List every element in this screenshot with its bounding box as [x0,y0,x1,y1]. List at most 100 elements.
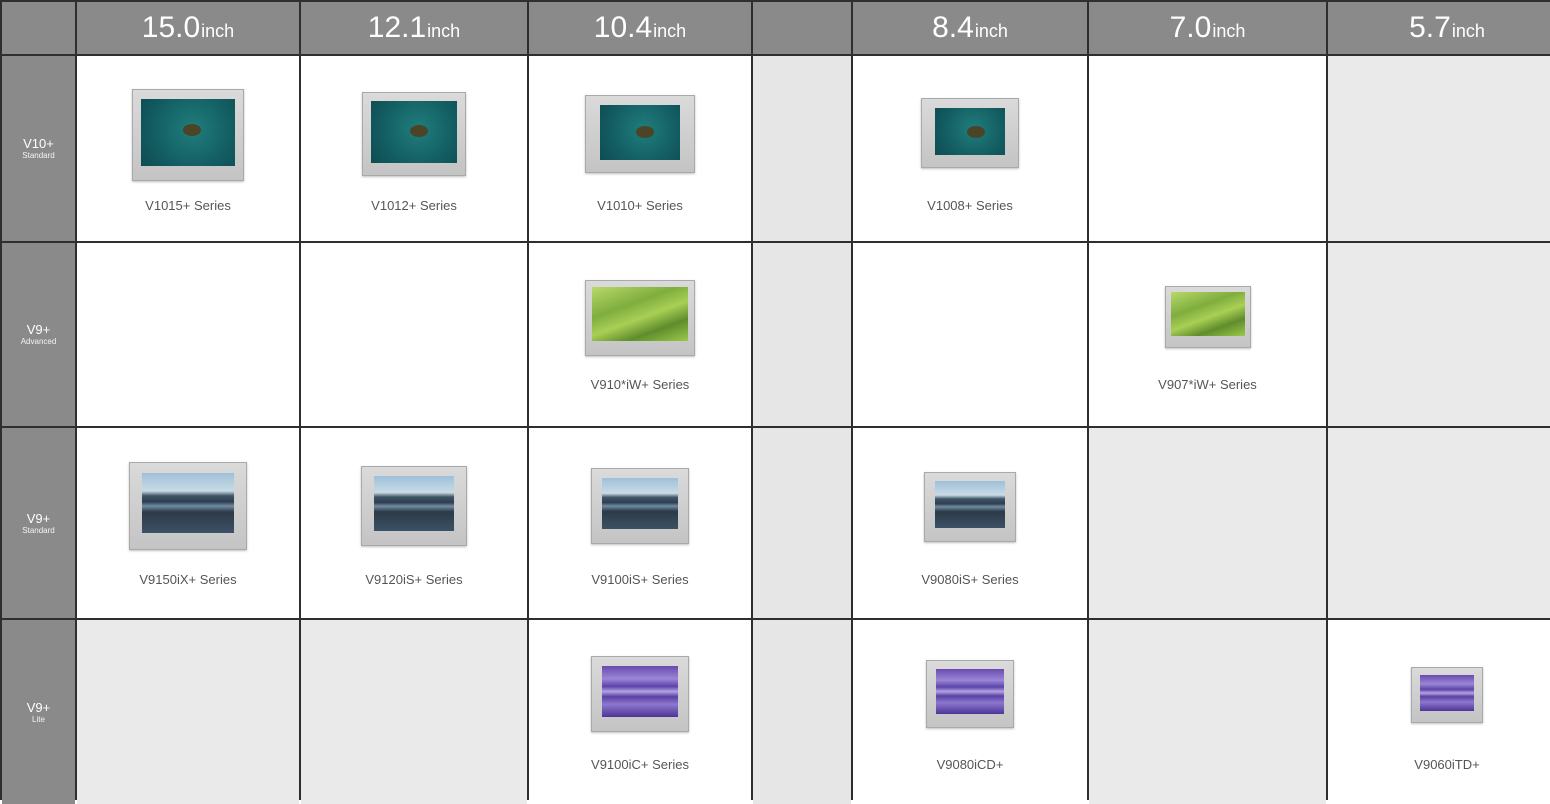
product-cell-v9100ic[interactable]: V9100iC+ Series [529,620,751,804]
col-header-8-4: 8.4 inch [853,2,1087,54]
product-label: V9080iS+ Series [921,572,1019,587]
col-header-15-0: 15.0 inch [77,2,299,54]
hmi-device-image [921,98,1019,168]
product-label: V907*iW+ Series [1158,377,1257,392]
teal-lake-screen [600,105,680,160]
product-label: V1008+ Series [927,198,1013,213]
corner-cell [2,2,75,54]
teal-lake-screen [141,99,235,166]
row-label-v9-advanced: V9+ Advanced [2,243,75,426]
row-label-v9-standard: V9+ Standard [2,428,75,618]
col-size: 15.0 [141,11,201,44]
col-header-spacer [753,2,851,54]
col-header-7-0: 7.0 inch [1089,2,1326,54]
empty-cell [301,243,527,426]
col-unit: inch [1451,20,1485,41]
spacer-cell [753,243,851,426]
col-unit: inch [427,20,461,41]
product-cell-v907iw[interactable]: V907*iW+ Series [1089,243,1326,426]
mountain-lake-screen [142,473,234,533]
rock-graphic [636,125,654,138]
product-cell-v1012[interactable]: V1012+ Series [301,56,527,241]
row-label-v10-standard: V10+ Standard [2,56,75,241]
row-name: V9+ [26,510,51,526]
col-size: 8.4 [932,11,974,44]
row-name: V9+ [26,322,51,337]
product-label: V1015+ Series [145,198,231,213]
row-tier: Lite [32,714,45,724]
hmi-device-image [926,660,1014,728]
product-cell-v9080is[interactable]: V9080iS+ Series [853,428,1087,618]
empty-cell [1089,428,1326,618]
hmi-device-image [924,472,1016,542]
empty-cell [1089,56,1326,241]
rock-graphic [183,124,202,137]
mountain-lake-screen [374,476,454,531]
col-size: 12.1 [367,11,427,44]
hmi-device-image [132,89,244,181]
product-label: V9100iC+ Series [591,757,689,772]
product-cell-v1008[interactable]: V1008+ Series [853,56,1087,241]
col-unit: inch [974,20,1008,41]
row-name: V10+ [23,136,54,151]
product-cell-v9060itd[interactable]: V9060iTD+ [1328,620,1550,804]
product-cell-v9100is[interactable]: V9100iS+ Series [529,428,751,618]
empty-cell [77,620,299,804]
product-cell-v1015[interactable]: V1015+ Series [77,56,299,241]
product-label: V1012+ Series [371,198,457,213]
hmi-device-image [591,656,689,732]
mountain-lake-screen [935,481,1005,528]
product-cell-v9150ix[interactable]: V9150iX+ Series [77,428,299,618]
col-unit: inch [653,20,687,41]
teal-lake-screen [371,101,457,163]
hmi-device-image [585,280,695,356]
empty-cell [77,243,299,426]
row-tier: Standard [22,151,55,160]
product-label: V9080iCD+ [936,757,1004,772]
product-label: V9100iS+ Series [591,572,689,587]
col-header-5-7: 5.7 inch [1328,2,1550,54]
empty-cell [853,243,1087,426]
hmi-device-image [129,462,247,550]
teal-lake-screen [935,108,1005,155]
product-label: V9150iX+ Series [139,572,237,587]
hmi-device-image [362,92,466,176]
hmi-device-image [1164,286,1251,348]
hmi-device-image [1411,667,1483,723]
empty-cell [1328,428,1550,618]
purple-sky-screen [1420,675,1474,711]
green-leaf-screen [592,287,688,341]
product-label: V1010+ Series [597,198,683,213]
row-tier: Advanced [20,337,57,346]
rock-graphic [966,125,985,138]
empty-cell [1089,620,1326,804]
product-cell-v910iw[interactable]: V910*iW+ Series [529,243,751,426]
col-size: 10.4 [593,11,653,44]
purple-sky-screen [602,666,678,717]
purple-sky-screen [936,669,1004,714]
spacer-cell [753,620,851,804]
empty-cell [1328,56,1550,241]
hmi-device-image [585,95,695,173]
product-cell-v9120is[interactable]: V9120iS+ Series [301,428,527,618]
product-label: V9060iTD+ [1414,757,1480,772]
col-size: 7.0 [1169,11,1212,44]
col-header-12-1: 12.1 inch [301,2,527,54]
col-size: 5.7 [1409,11,1451,44]
col-unit: inch [1212,20,1246,41]
col-unit: inch [201,20,235,41]
row-tier: Standard [22,525,55,535]
hmi-device-image [361,466,467,546]
rock-graphic [409,124,428,137]
empty-cell [301,620,527,804]
empty-cell [1328,243,1550,426]
product-label: V910*iW+ Series [590,377,690,392]
col-header-10-4: 10.4 inch [529,2,751,54]
hmi-device-image [591,468,689,544]
product-cell-v1010[interactable]: V1010+ Series [529,56,751,241]
product-label: V9120iS+ Series [365,572,463,587]
product-lineup-grid: 15.0 inch 12.1 inch 10.4 inch 8.4 inch 7.0 in… [0,0,1550,804]
product-cell-v9080icd[interactable]: V9080iCD+ [853,620,1087,804]
mountain-lake-screen [602,478,678,529]
row-name: V9+ [26,699,51,715]
